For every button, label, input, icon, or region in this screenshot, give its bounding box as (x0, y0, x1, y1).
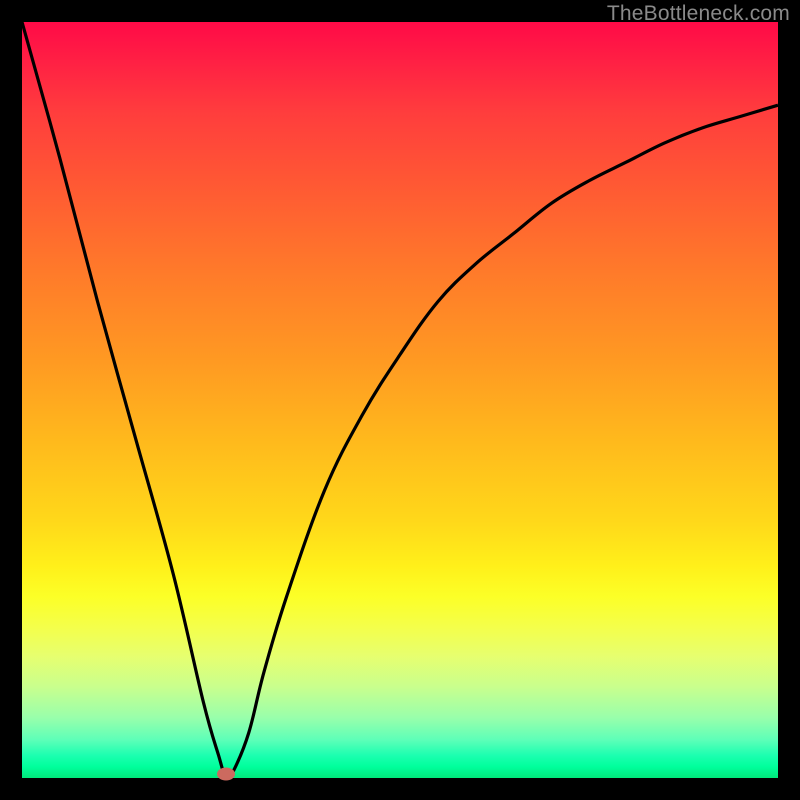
minimum-marker (217, 768, 235, 781)
chart-plot-area (22, 22, 778, 778)
bottleneck-curve (22, 22, 778, 778)
